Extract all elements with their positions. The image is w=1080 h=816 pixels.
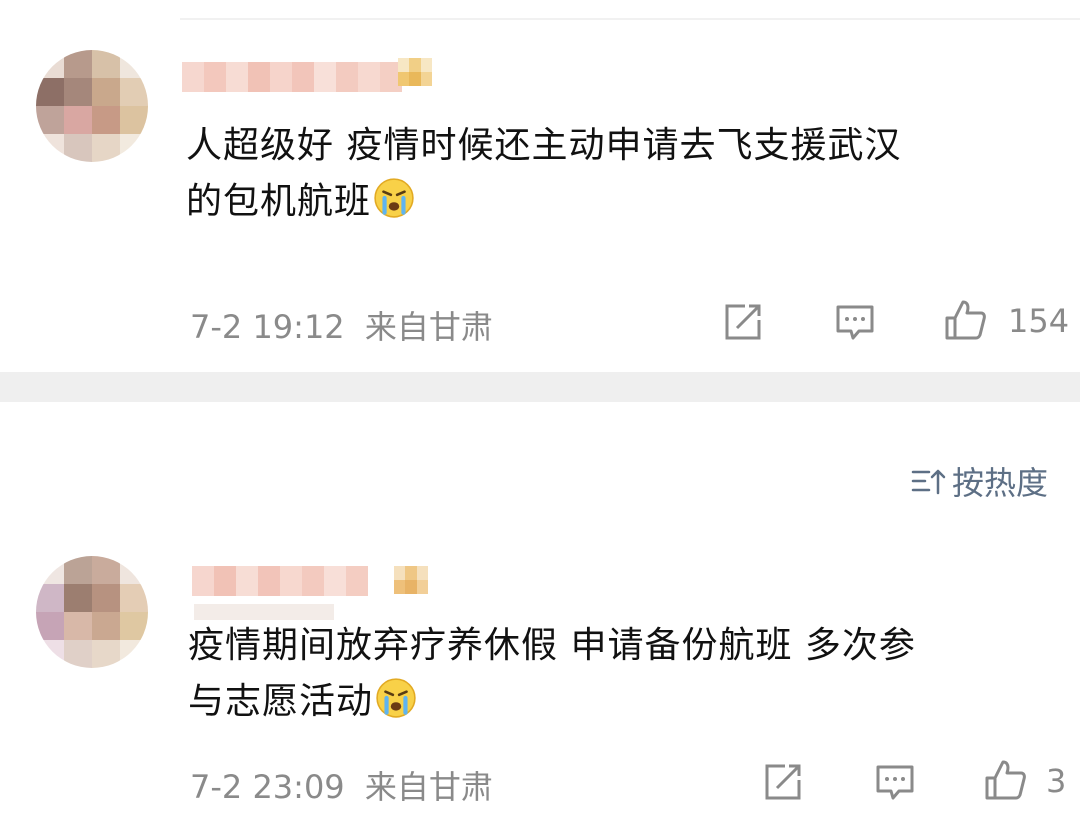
comment-text-line: 与志愿活动: [188, 674, 1068, 730]
comment-time: 7-2 19:12: [190, 308, 345, 346]
comment-meta: 7-2 19:12 来自甘肃: [190, 302, 493, 348]
comment-icon[interactable]: [833, 300, 877, 344]
comment-location: 来自甘肃: [364, 308, 493, 346]
divider: [180, 18, 1080, 20]
share-icon[interactable]: [761, 760, 805, 804]
thumbs-up-icon[interactable]: [983, 758, 1027, 802]
user-badge-icon: [394, 566, 428, 594]
like-count: 154: [1008, 302, 1070, 340]
avatar[interactable]: [36, 50, 148, 162]
crying-face-icon: [374, 178, 414, 218]
comment-feed: 人超级好 疫情时候还主动申请去飞支援武汉 的包机航班 7-2 19:12 来自甘…: [0, 0, 1080, 816]
like-count: 3: [1046, 762, 1067, 800]
crying-face-icon: [376, 678, 416, 718]
comment-location: 来自甘肃: [364, 768, 493, 806]
comment-text: 疫情期间放弃疗养休假 申请备份航班 多次参 与志愿活动: [188, 618, 1068, 730]
comment-text-line: 疫情期间放弃疗养休假 申请备份航班 多次参: [188, 625, 916, 666]
comment-text-line: 人超级好 疫情时候还主动申请去飞支援武汉: [186, 125, 902, 166]
thumbs-up-icon[interactable]: [943, 298, 987, 342]
comment-time: 7-2 23:09: [190, 768, 345, 806]
sort-label: 按热度: [952, 464, 1049, 502]
comment-text: 人超级好 疫情时候还主动申请去飞支援武汉 的包机航班: [186, 118, 1066, 230]
username[interactable]: [192, 566, 368, 596]
sort-by-heat-button[interactable]: 按热度: [910, 458, 1048, 504]
avatar[interactable]: [36, 556, 148, 668]
section-divider: [0, 372, 1080, 402]
comment-icon[interactable]: [873, 760, 917, 804]
comment-meta: 7-2 23:09 来自甘肃: [190, 762, 493, 808]
share-icon[interactable]: [721, 300, 765, 344]
user-badge-icon: [398, 58, 432, 86]
sort-icon: [911, 469, 946, 495]
comment-text-line: 的包机航班: [186, 174, 1066, 230]
username[interactable]: [182, 62, 402, 92]
